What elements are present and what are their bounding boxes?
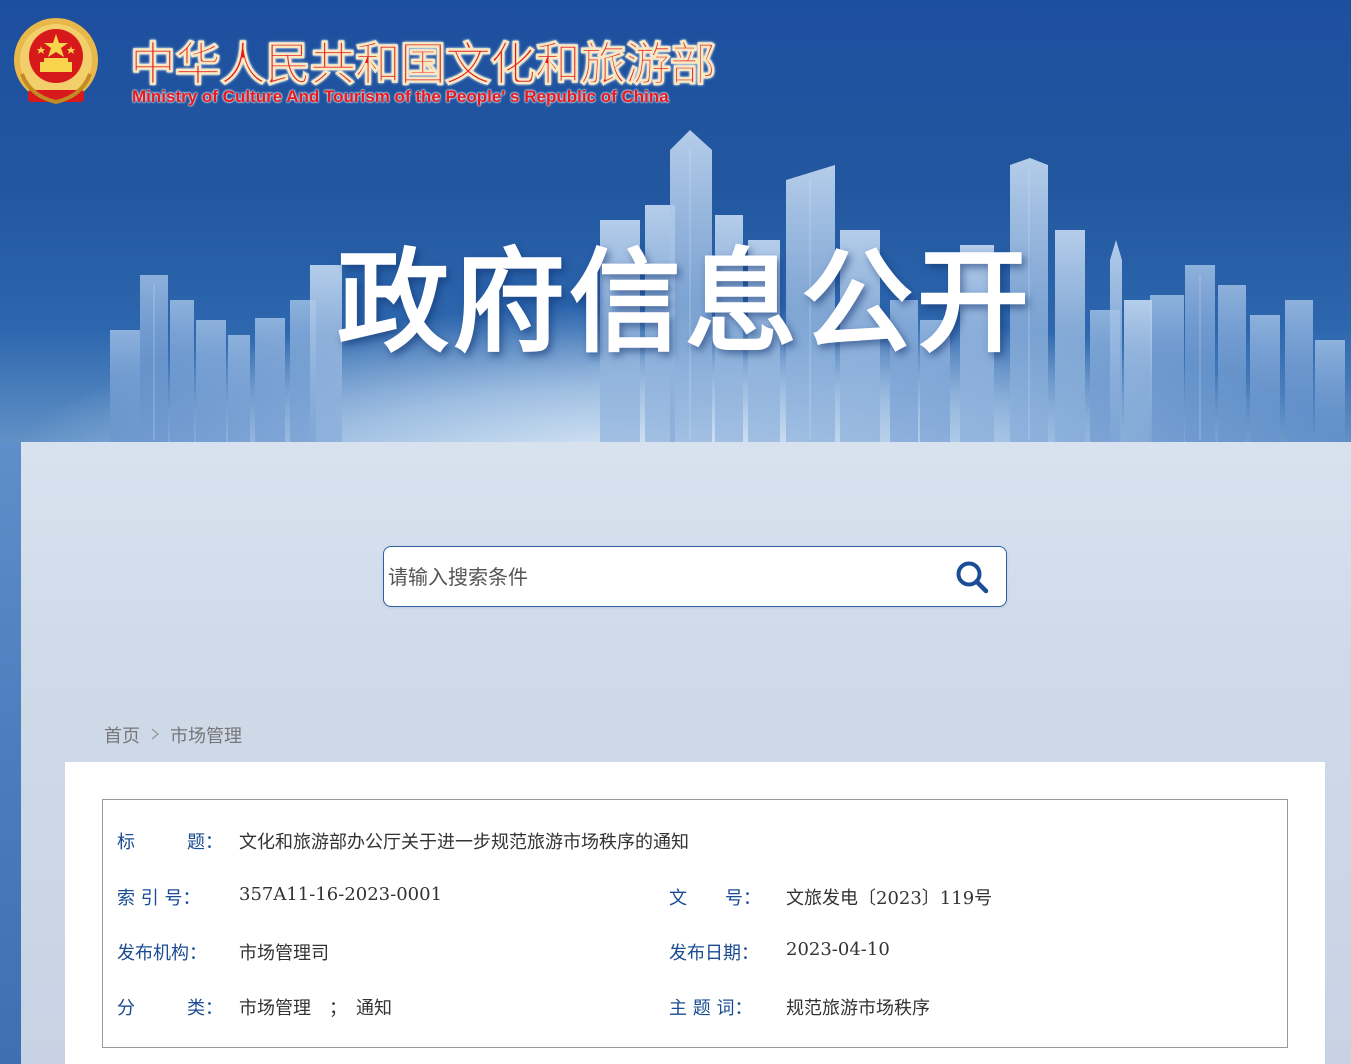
meta-title-label: 标 题 — [117, 832, 205, 853]
meta-publisher-value: 市场管理司 — [239, 943, 329, 964]
meta-date-label: 发布日期： — [669, 943, 759, 964]
meta-keywords-label: 主 题 词： — [669, 998, 753, 1019]
breadcrumb-home-link[interactable]: 首页 — [104, 722, 140, 748]
national-emblem-icon — [10, 16, 102, 110]
meta-keywords-value: 规范旅游市场秩序 — [786, 998, 930, 1019]
meta-index-label: 索 引 号： — [117, 888, 201, 909]
page-headline: 政府信息公开 — [337, 238, 1033, 368]
meta-docnum-label: 文 号 — [669, 888, 743, 909]
breadcrumb: 首页 市场管理 — [104, 722, 242, 748]
search-input[interactable] — [388, 555, 928, 599]
meta-date-value: 2023-04-10 — [786, 939, 890, 960]
meta-publisher-label: 发布机构： — [117, 943, 207, 964]
org-name-cn: 中华人民共和国文化和旅游部 — [130, 37, 717, 92]
breadcrumb-current[interactable]: 市场管理 — [170, 722, 242, 748]
meta-title-value: 文化和旅游部办公厅关于进一步规范旅游市场秩序的通知 — [239, 832, 689, 853]
document-meta-table: 标 题 ： 文化和旅游部办公厅关于进一步规范旅游市场秩序的通知 索 引 号： 3… — [102, 799, 1288, 1048]
header-banner: 中华人民共和国文化和旅游部 Ministry of Culture And To… — [0, 0, 1351, 470]
search-box — [383, 546, 1007, 607]
meta-index-value: 357A11-16-2023-0001 — [239, 884, 443, 905]
org-name-en: Ministry of Culture And Tourism of the P… — [132, 87, 669, 106]
search-icon — [956, 561, 989, 594]
meta-docnum-value: 文旅发电〔2023〕119号 — [786, 888, 993, 909]
left-decor-strip — [0, 442, 21, 1064]
breadcrumb-separator-icon — [150, 726, 160, 745]
search-button[interactable] — [952, 557, 992, 597]
meta-category-value: 市场管理 ； 通知 — [239, 998, 392, 1019]
meta-category-label: 分 类 — [117, 998, 205, 1019]
